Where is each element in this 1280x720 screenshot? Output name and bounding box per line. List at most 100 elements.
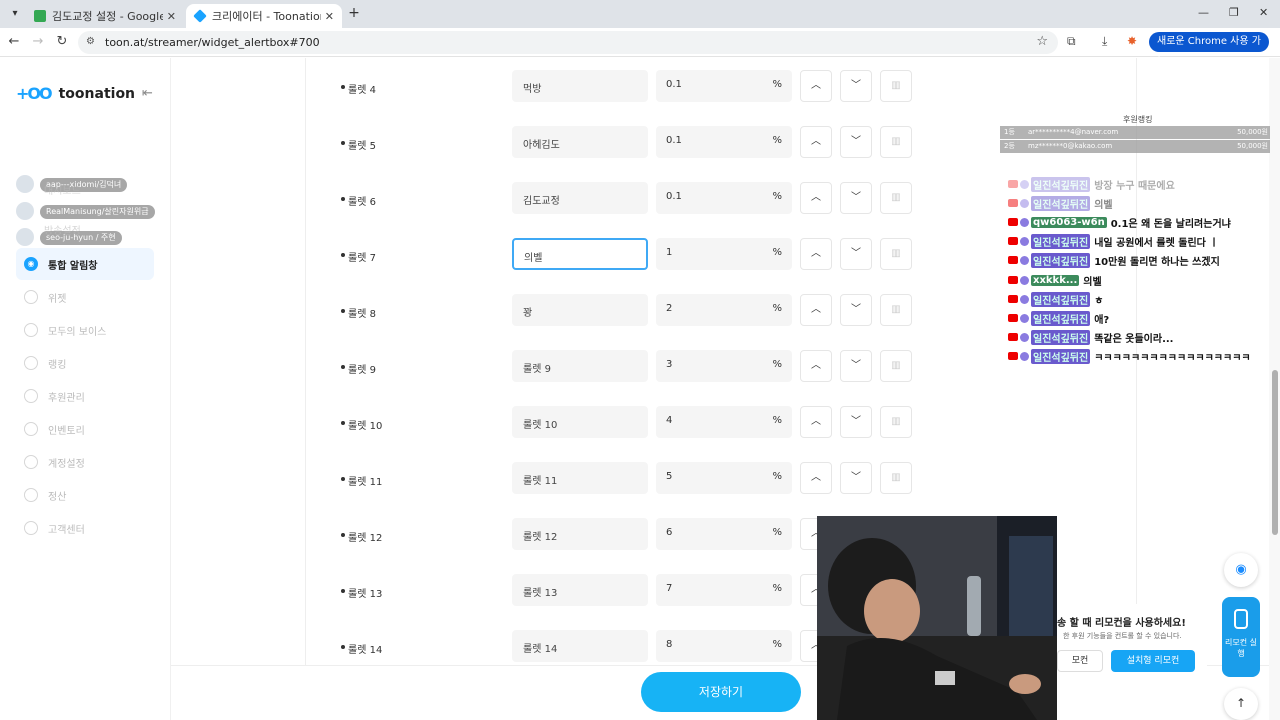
toonation-logo[interactable]: +OO toonation — [16, 84, 135, 103]
trash-icon[interactable]: ▥ — [880, 182, 912, 214]
move-up-button[interactable]: ︿ — [800, 238, 832, 270]
roulette-percent-input[interactable]: 7% — [656, 574, 792, 606]
sidebar-item-settlement[interactable]: 정산 — [16, 479, 154, 511]
roulette-percent-input[interactable]: 0.1% — [656, 182, 792, 214]
trash-icon[interactable]: ▥ — [880, 238, 912, 270]
trash-icon[interactable]: ▥ — [880, 462, 912, 494]
remote-button[interactable]: 모컨 — [1057, 650, 1103, 672]
sidebar-item-label: 계정설정 — [48, 458, 85, 470]
tab-google-sheets[interactable]: 김도교정 설정 - Google Sheets ✕ — [26, 4, 184, 28]
site-info-icon[interactable]: ⚙ — [86, 36, 95, 47]
roulette-name-input[interactable]: 룰렛 14 — [512, 630, 648, 662]
roulette-name-input[interactable]: 룰렛 13 — [512, 574, 648, 606]
sidebar-item-ranking[interactable]: 랭킹 — [16, 347, 154, 379]
close-icon[interactable]: ✕ — [325, 10, 334, 23]
roulette-name-input[interactable]: 꽝 — [512, 294, 648, 326]
move-up-button[interactable]: ︿ — [800, 406, 832, 438]
move-down-button[interactable]: ﹀ — [840, 294, 872, 326]
move-down-button[interactable]: ﹀ — [840, 238, 872, 270]
sidebar-item-widget[interactable]: 위젯 — [16, 281, 154, 313]
move-up-button[interactable]: ︿ — [800, 70, 832, 102]
youtube-icon — [1008, 295, 1018, 303]
tab-toonation[interactable]: 크리에이터 - Toonation ✕ — [186, 4, 342, 28]
move-down-button[interactable]: ﹀ — [840, 406, 872, 438]
move-up-button[interactable]: ︿ — [800, 182, 832, 214]
sidebar-item-dashboard[interactable]: 대시보드 — [36, 182, 154, 197]
tab-search-icon[interactable]: ▾ — [6, 5, 24, 23]
trash-icon[interactable]: ▥ — [880, 126, 912, 158]
roulette-percent-input[interactable]: 1% — [656, 238, 792, 270]
roulette-name-input[interactable]: 룰렛 9 — [512, 350, 648, 382]
roulette-name-input[interactable]: 룰렛 11 — [512, 462, 648, 494]
roulette-percent-input[interactable]: 2% — [656, 294, 792, 326]
move-down-button[interactable]: ﹀ — [840, 126, 872, 158]
bookmark-star-icon[interactable]: ☆ — [1036, 34, 1048, 49]
trash-icon[interactable]: ▥ — [880, 294, 912, 326]
discord-icon[interactable]: ◉ — [1224, 553, 1258, 587]
sidebar-item-broadcast[interactable]: 방송설정 — [36, 222, 154, 237]
back-arrow-icon[interactable]: ← — [6, 34, 22, 50]
minimize-icon[interactable]: — — [1198, 6, 1209, 19]
move-down-button[interactable]: ﹀ — [840, 182, 872, 214]
roulette-percent-input[interactable]: 5% — [656, 462, 792, 494]
move-up-button[interactable]: ︿ — [800, 462, 832, 494]
roulette-percent-input[interactable]: 0.1% — [656, 126, 792, 158]
collapse-sidebar-icon[interactable]: ⇤ — [142, 86, 153, 101]
trash-icon[interactable]: ▥ — [880, 406, 912, 438]
remote-launch-button[interactable]: 리모컨 실행 — [1222, 597, 1260, 677]
sidebar-item-donation[interactable]: 후원관리 — [16, 380, 154, 412]
reload-icon[interactable]: ↻ — [54, 34, 70, 50]
close-icon[interactable]: ✕ — [167, 10, 176, 23]
percent-value: 6 — [666, 527, 673, 538]
move-up-button[interactable]: ︿ — [800, 126, 832, 158]
extensions-icon[interactable]: ⧉ — [1067, 34, 1076, 49]
move-up-button[interactable]: ︿ — [800, 294, 832, 326]
roulette-name-input[interactable]: 아헤김도 — [512, 126, 648, 158]
sidebar-item-voice[interactable]: 모두의 보이스 — [16, 314, 154, 346]
install-remote-button[interactable]: 설치형 리모컨 — [1111, 650, 1195, 672]
sidebar-item-account[interactable]: 계정설정 — [16, 446, 154, 478]
chat-username: 일진석깊뒤진 — [1031, 329, 1091, 345]
trash-icon[interactable]: ▥ — [880, 70, 912, 102]
roulette-name-input[interactable]: 룰렛 12 — [512, 518, 648, 550]
sidebar-item-alertbox[interactable]: ◉ 통합 알림창 — [16, 248, 154, 280]
maximize-icon[interactable]: ❐ — [1229, 6, 1239, 19]
roulette-name-input[interactable]: 김도교정 — [512, 182, 648, 214]
scrollbar-thumb[interactable] — [1272, 370, 1278, 535]
new-tab-plus-icon[interactable]: + — [346, 5, 362, 21]
sidebar-item-label: 방송설정 — [44, 225, 81, 237]
move-down-button[interactable]: ﹀ — [840, 350, 872, 382]
trash-icon[interactable]: ▥ — [880, 350, 912, 382]
scroll-top-arrow-icon[interactable]: ↑ — [1224, 688, 1258, 720]
roulette-percent-input[interactable]: 6% — [656, 518, 792, 550]
move-down-button[interactable]: ﹀ — [840, 70, 872, 102]
youtube-icon — [1008, 199, 1018, 207]
move-up-button[interactable]: ︿ — [800, 350, 832, 382]
extension-fox-icon[interactable]: ✸ — [1127, 34, 1137, 48]
percent-unit: % — [772, 639, 782, 650]
forward-arrow-icon[interactable]: → — [30, 34, 46, 50]
roulette-percent-input[interactable]: 0.1% — [656, 70, 792, 102]
roulette-percent-input[interactable]: 4% — [656, 406, 792, 438]
roulette-name-input[interactable]: 룰렛 10 — [512, 406, 648, 438]
roulette-percent-input[interactable]: 3% — [656, 350, 792, 382]
download-icon[interactable]: ⤓ — [1102, 34, 1107, 49]
url-bar[interactable]: ⚙ toon.at/streamer/widget_alertbox#700 ☆ — [78, 31, 1058, 54]
roulette-percent-input[interactable]: 8% — [656, 630, 792, 662]
percent-value: 1 — [666, 247, 673, 258]
ranking-title: 후원랭킹 — [1123, 115, 1153, 124]
roulette-name-input[interactable]: 먹방 — [512, 70, 648, 102]
move-down-button[interactable]: ﹀ — [840, 462, 872, 494]
overlay-avatar — [16, 228, 34, 246]
voice-icon — [24, 323, 38, 337]
window-close-icon[interactable]: ✕ — [1259, 6, 1268, 19]
roulette-name-input[interactable]: 의벨 — [512, 238, 648, 270]
chat-username: 일진석깊뒤진 — [1031, 195, 1091, 211]
chrome-update-button[interactable]: 새로운 Chrome 사용 가능 : — [1149, 32, 1269, 67]
chat-message: 의벨 — [1094, 199, 1113, 211]
save-button[interactable]: 저장하기 — [641, 672, 801, 712]
roulette-label: 룰렛 9 — [341, 361, 376, 376]
sidebar-item-support[interactable]: 고객센터 — [16, 512, 154, 544]
url-text: toon.at/streamer/widget_alertbox#700 — [105, 36, 320, 49]
sidebar-item-inventory[interactable]: 인벤토리 — [16, 413, 154, 445]
